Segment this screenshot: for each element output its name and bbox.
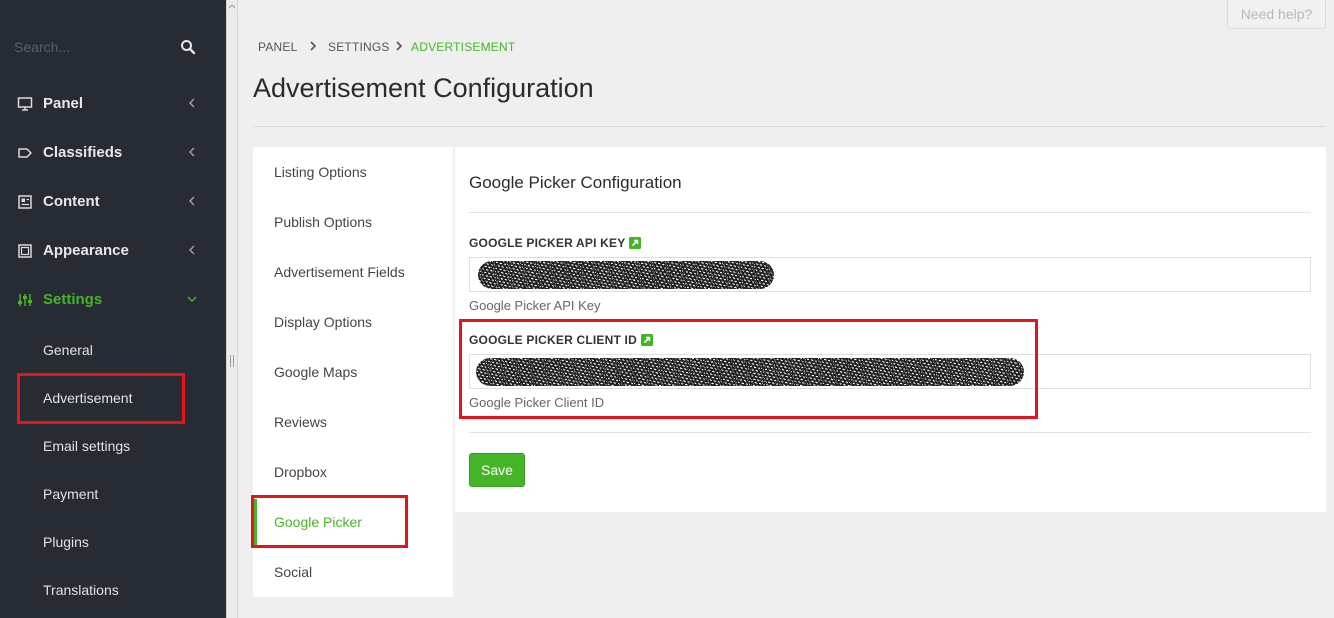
subnav-label: Google Maps [274,364,358,380]
search-input[interactable] [14,36,174,58]
breadcrumb-panel[interactable]: PANEL [258,40,297,54]
subnav-label: Display Options [274,314,373,330]
subnav-listing-options[interactable]: Listing Options [253,149,453,195]
chevron-left-icon [188,147,195,157]
sub-item-label: Plugins [43,534,89,550]
api-key-input[interactable] [470,258,1310,291]
sliders-icon [18,294,32,306]
panel-divider [469,432,1311,433]
document-icon [18,195,32,209]
settings-sub-email-settings[interactable]: Email settings [43,432,203,462]
breadcrumb-settings[interactable]: SETTINGS [328,40,390,54]
sidebar-search [0,28,226,66]
subnav-dropbox[interactable]: Dropbox [253,449,453,495]
subnav-label: Social [274,564,313,580]
drag-grip-icon[interactable] [230,355,234,367]
sub-item-label: Payment [43,486,99,502]
chevron-left-icon [188,245,195,255]
external-link-icon[interactable] [629,237,642,249]
panel-divider [469,212,1311,213]
client-id-label-text: GOOGLE PICKER CLIENT ID [469,333,637,347]
client-id-label: GOOGLE PICKER CLIENT ID [469,333,653,347]
page-title: Advertisement Configuration [253,73,594,103]
sidebar-item-content[interactable]: Content [0,182,226,222]
settings-sub-plugins[interactable]: Plugins [43,528,203,558]
api-key-label-text: GOOGLE PICKER API KEY [469,236,626,250]
api-key-field[interactable] [469,257,1311,292]
subnav-social[interactable]: Social [253,549,453,595]
sidebar-item-settings[interactable]: Settings [0,280,226,320]
sidebar-item-label: Settings [43,291,103,308]
chevron-left-icon [188,98,195,108]
panel-splitter[interactable] [226,0,238,618]
subnav-advertisement-fields[interactable]: Advertisement Fields [253,249,453,295]
client-id-help: Google Picker Client ID [469,395,605,410]
api-key-label: GOOGLE PICKER API KEY [469,236,642,250]
subnav-label: Advertisement Fields [274,264,405,280]
config-subnav: Listing Options Publish Options Advertis… [253,147,453,597]
settings-sub-translations[interactable]: Translations [43,576,203,606]
subnav-label: Dropbox [274,464,327,480]
tag-icon [18,148,32,158]
sidebar-item-label: Panel [43,95,84,112]
subnav-label: Google Picker [274,514,362,530]
sidebar-item-panel[interactable]: Panel [0,84,226,124]
caret-up-icon [228,4,236,9]
client-id-input[interactable] [470,355,1310,388]
settings-sub-payment[interactable]: Payment [43,480,203,510]
chevron-right-icon [396,41,403,51]
sidebar: Panel Classifieds Content Appearance [0,0,226,618]
sidebar-item-classifieds[interactable]: Classifieds [0,133,226,173]
need-help-button[interactable]: Need help? [1227,0,1326,29]
sidebar-item-appearance[interactable]: Appearance [0,231,226,271]
panel-title: Google Picker Configuration [469,173,682,192]
subnav-google-maps[interactable]: Google Maps [253,349,453,395]
chevron-left-icon [188,196,195,206]
subnav-label: Publish Options [274,214,373,230]
breadcrumb-advertisement: ADVERTISEMENT [411,40,516,54]
sidebar-item-label: Content [43,193,100,210]
subnav-reviews[interactable]: Reviews [253,399,453,445]
client-id-field[interactable] [469,354,1311,389]
settings-sub-advertisement[interactable]: Advertisement [43,384,203,414]
sub-item-label: Email settings [43,438,131,454]
chevron-right-icon [310,41,317,51]
monitor-icon [17,97,33,111]
subnav-label: Reviews [274,414,327,430]
sub-item-label: Advertisement [43,390,133,406]
subnav-label: Listing Options [274,164,367,180]
chevron-down-icon [187,296,197,303]
save-button[interactable]: Save [469,453,525,487]
subnav-publish-options[interactable]: Publish Options [253,199,453,245]
sub-item-label: Translations [43,582,119,598]
config-panel: Google Picker Configuration GOOGLE PICKE… [455,147,1326,512]
settings-sub-general[interactable]: General [43,336,203,366]
api-key-help: Google Picker API Key [469,298,601,313]
window-icon [18,244,32,258]
search-icon[interactable] [180,39,196,55]
subnav-display-options[interactable]: Display Options [253,299,453,345]
subnav-google-picker[interactable]: Google Picker [253,499,453,545]
header-divider [253,126,1326,127]
external-link-icon[interactable] [640,334,653,346]
sidebar-item-label: Appearance [43,242,129,259]
sub-item-label: General [43,342,93,358]
sidebar-item-label: Classifieds [43,144,123,161]
